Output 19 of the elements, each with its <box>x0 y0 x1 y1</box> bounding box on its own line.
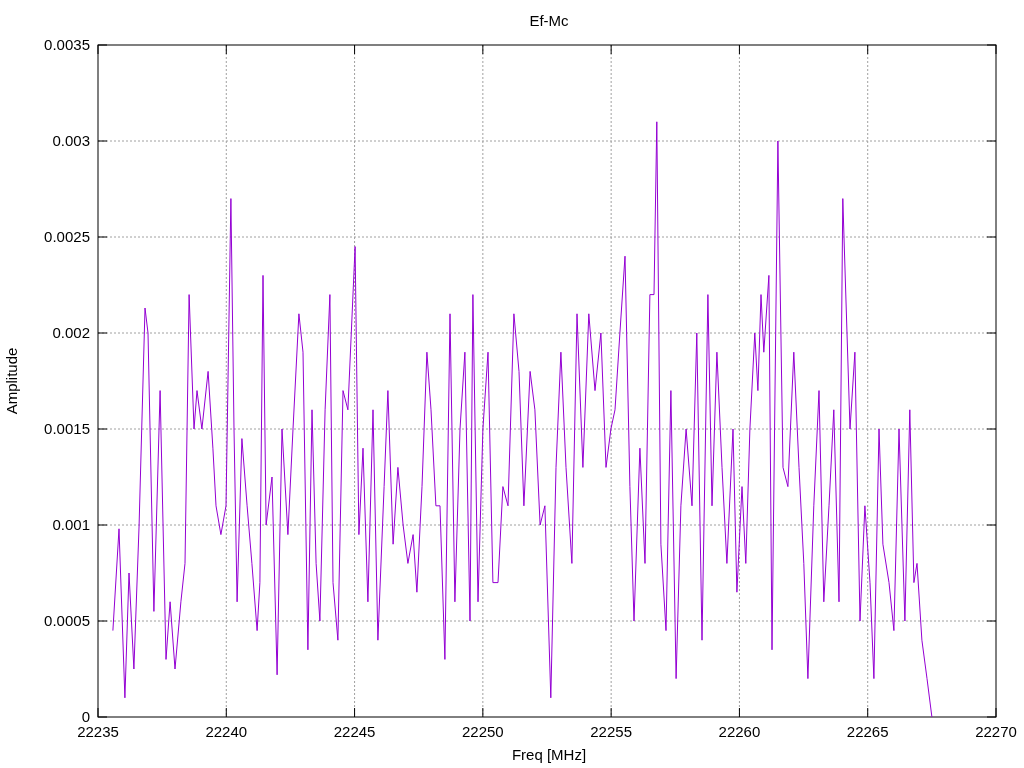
tick-label: 22245 <box>333 723 376 740</box>
tick-label: 22240 <box>205 723 248 740</box>
tick-label: 0.0035 <box>44 36 90 53</box>
tick-label: 22250 <box>462 723 504 740</box>
chart-title: Ef-Mc <box>529 12 569 29</box>
tick-label: 22260 <box>718 723 761 740</box>
tick-label: 0.001 <box>52 516 90 533</box>
axis-label: Freq [MHz] <box>511 746 587 763</box>
tick-label: 22265 <box>846 723 889 740</box>
tick-label: 0.002 <box>52 324 90 341</box>
tick-label: 0.0005 <box>44 612 90 629</box>
tick-label: 0.003 <box>52 132 90 149</box>
tick-label: 0.0025 <box>44 228 90 245</box>
axis-label: Amplitude <box>3 347 20 415</box>
tick-label: 0.0015 <box>44 420 90 437</box>
tick-label: 22270 <box>975 723 1017 740</box>
tick-label: 0 <box>81 708 90 725</box>
tick-label: 22255 <box>590 723 632 740</box>
tick-label: 22235 <box>77 723 119 740</box>
